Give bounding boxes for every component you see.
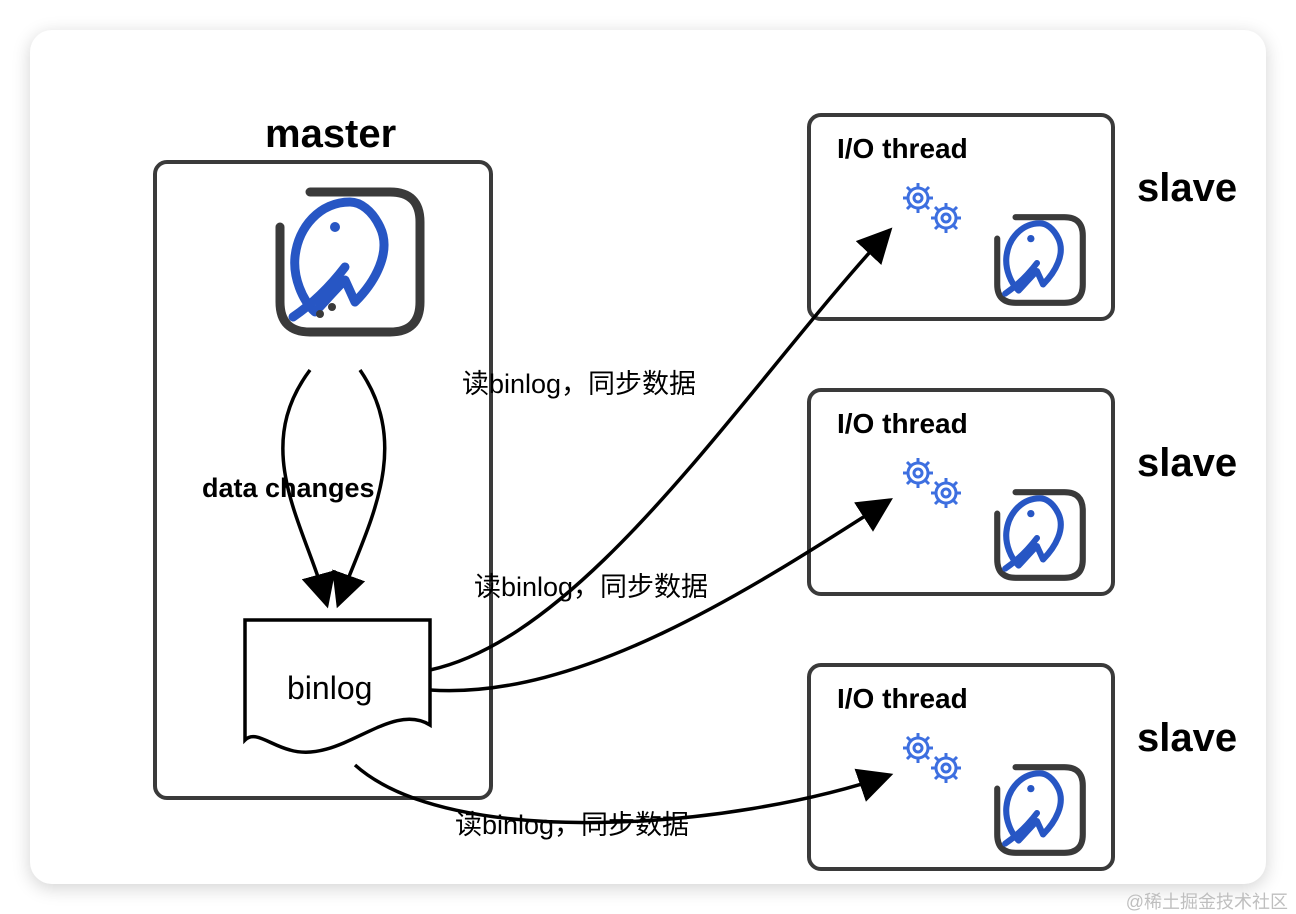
- slave-title-3: slave: [1137, 716, 1237, 761]
- sync-arrows: [30, 30, 330, 180]
- io-thread-label-1: I/O thread: [837, 133, 968, 165]
- mysql-icon: [985, 480, 1095, 595]
- slave-title-2: slave: [1137, 441, 1237, 486]
- data-changes-label: data changes: [202, 473, 375, 504]
- io-thread-label-3: I/O thread: [837, 683, 968, 715]
- mysql-icon: [985, 755, 1095, 870]
- sync-label-2: 读binlog，同步数据: [474, 565, 708, 604]
- card-container: master data changes binlog slave I/O thr…: [30, 30, 1266, 884]
- sync-label-3: 读binlog，同步数据: [455, 803, 689, 842]
- binlog-label: binlog: [287, 670, 372, 707]
- slave-title-1: slave: [1137, 166, 1237, 211]
- sync-label-1: 读binlog，同步数据: [462, 362, 696, 401]
- mysql-icon: [985, 205, 1095, 320]
- watermark: @稀土掘金技术社区: [1126, 888, 1288, 914]
- io-thread-label-2: I/O thread: [837, 408, 968, 440]
- mysql-icon: [260, 172, 440, 357]
